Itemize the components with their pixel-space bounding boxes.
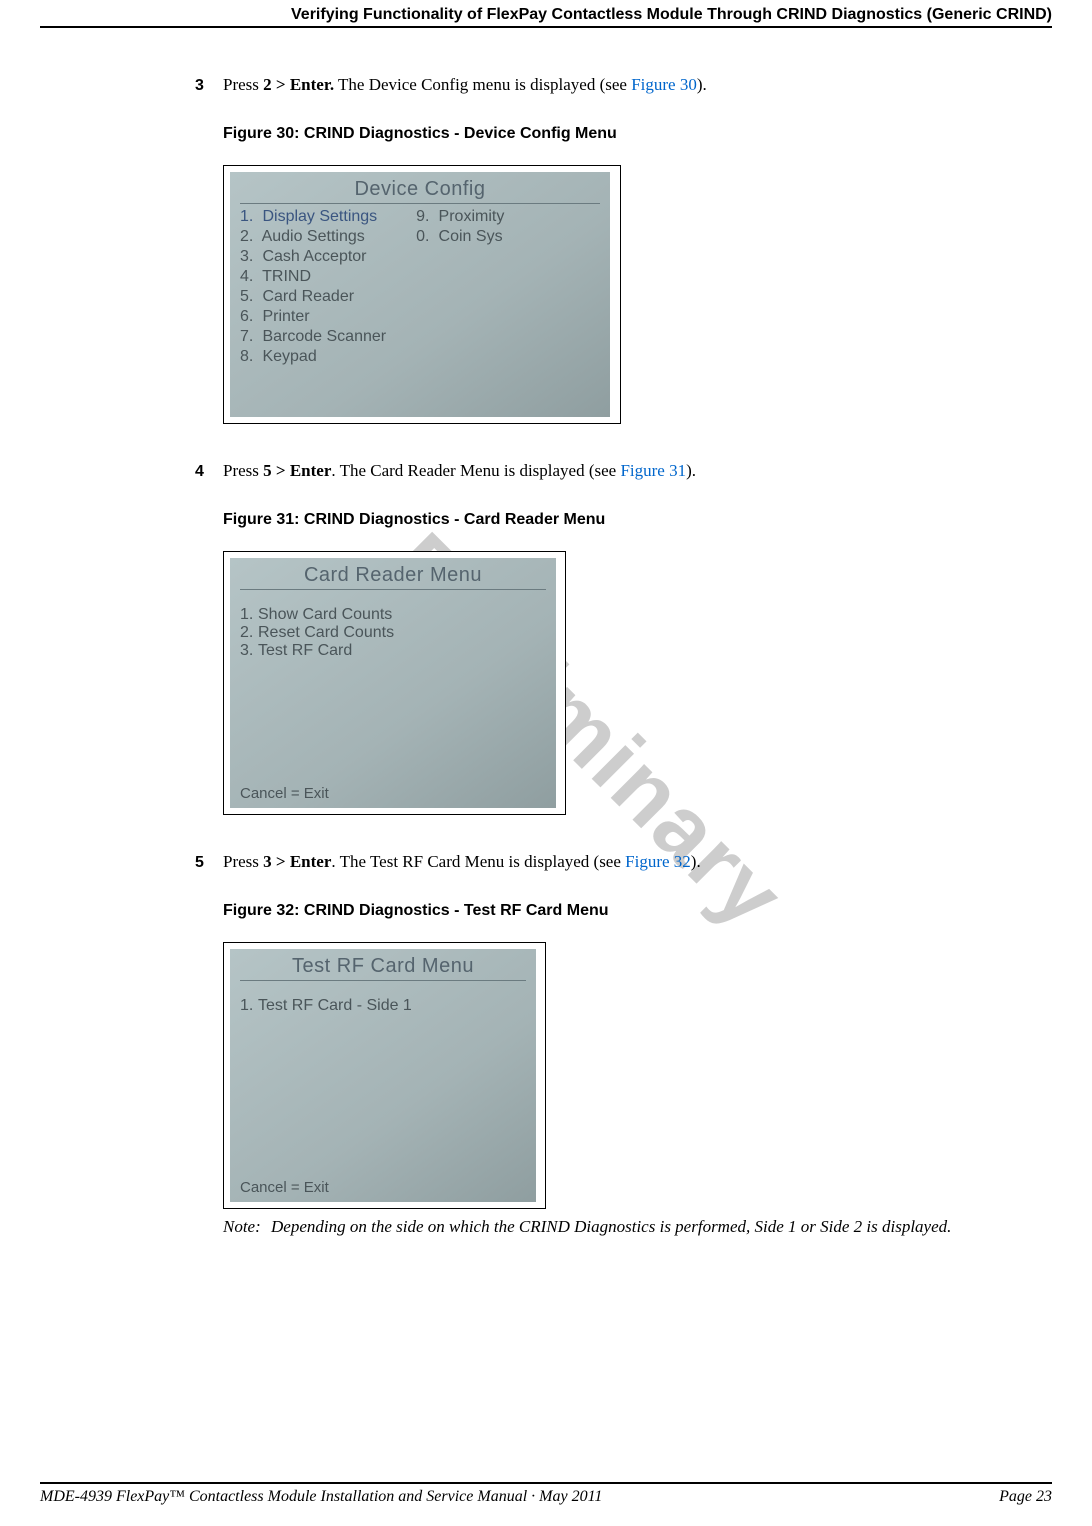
figure-box: Card Reader Menu 1.Show Card Counts 2.Re… bbox=[223, 551, 566, 815]
text-segment: The Device Config menu is displayed (see bbox=[334, 75, 631, 94]
step-number: 3 bbox=[195, 77, 223, 95]
text-bold: 5 > Enter bbox=[263, 461, 331, 480]
figure-30: Figure 30: CRIND Diagnostics - Device Co… bbox=[195, 125, 1042, 424]
figure-caption: Figure 30: CRIND Diagnostics - Device Co… bbox=[223, 125, 1042, 143]
text-segment: Press bbox=[223, 852, 263, 871]
footer-left: MDE-4939 FlexPay™ Contactless Module Ins… bbox=[40, 1488, 602, 1506]
test-rf-card-screen: Test RF Card Menu 1.Test RF Card - Side … bbox=[230, 949, 536, 1202]
menu-item: 9. Proximity bbox=[416, 208, 504, 226]
text-segment: Press bbox=[223, 461, 263, 480]
figure-box: Test RF Card Menu 1.Test RF Card - Side … bbox=[223, 942, 546, 1209]
menu-item: 4. TRIND bbox=[240, 268, 386, 286]
figure-link[interactable]: Figure 30 bbox=[631, 75, 697, 94]
menu-item: 3.Test RF Card bbox=[240, 642, 546, 660]
figure-link[interactable]: Figure 32 bbox=[625, 852, 691, 871]
text-segment: ). bbox=[691, 852, 701, 871]
text-segment: . The Test RF Card Menu is displayed (se… bbox=[331, 852, 625, 871]
step-4: 4 Press 5 > Enter. The Card Reader Menu … bbox=[195, 460, 1042, 815]
note: Note: Depending on the side on which the… bbox=[223, 1217, 1042, 1237]
text-segment: ). bbox=[697, 75, 707, 94]
figure-link[interactable]: Figure 31 bbox=[620, 461, 686, 480]
menu-item: 2. Audio Settings bbox=[240, 228, 386, 246]
text-segment: . The Card Reader Menu is displayed (see bbox=[331, 461, 620, 480]
step-text: Press 5 > Enter. The Card Reader Menu is… bbox=[223, 460, 696, 483]
text-bold: 2 > Enter. bbox=[263, 75, 334, 94]
menu-item: 3. Cash Acceptor bbox=[240, 248, 386, 266]
screen-footer: Cancel = Exit bbox=[240, 1179, 526, 1196]
text-segment: ). bbox=[686, 461, 696, 480]
step-3: 3 Press 2 > Enter. The Device Config men… bbox=[195, 74, 1042, 424]
step-text: Press 3 > Enter. The Test RF Card Menu i… bbox=[223, 851, 701, 874]
device-config-screen: Device Config 1. Display Settings 2. Aud… bbox=[230, 172, 610, 417]
figure-caption: Figure 31: CRIND Diagnostics - Card Read… bbox=[223, 511, 1042, 529]
menu-item: 5. Card Reader bbox=[240, 288, 386, 306]
menu-item: 1. Display Settings bbox=[240, 208, 386, 226]
step-text: Press 2 > Enter. The Device Config menu … bbox=[223, 74, 707, 97]
note-body: Depending on the side on which the CRIND… bbox=[271, 1217, 1042, 1237]
step-5: 5 Press 3 > Enter. The Test RF Card Menu… bbox=[195, 851, 1042, 1237]
figure-caption: Figure 32: CRIND Diagnostics - Test RF C… bbox=[223, 902, 1042, 920]
screen-title: Card Reader Menu bbox=[240, 564, 546, 590]
footer-page-number: Page 23 bbox=[999, 1488, 1052, 1506]
step-number: 5 bbox=[195, 854, 223, 872]
menu-item: 2.Reset Card Counts bbox=[240, 624, 546, 642]
note-label: Note: bbox=[223, 1217, 271, 1237]
figure-31: Figure 31: CRIND Diagnostics - Card Read… bbox=[195, 511, 1042, 815]
menu-item: 8. Keypad bbox=[240, 348, 386, 366]
step-number: 4 bbox=[195, 463, 223, 481]
page-footer: MDE-4939 FlexPay™ Contactless Module Ins… bbox=[40, 1482, 1052, 1506]
text-segment: Press bbox=[223, 75, 263, 94]
text-bold: 3 > Enter bbox=[263, 852, 331, 871]
menu-item: 1.Show Card Counts bbox=[240, 606, 546, 624]
screen-title: Device Config bbox=[240, 178, 600, 204]
menu-item: 0. Coin Sys bbox=[416, 228, 504, 246]
menu-item: 7. Barcode Scanner bbox=[240, 328, 386, 346]
figure-32: Figure 32: CRIND Diagnostics - Test RF C… bbox=[195, 902, 1042, 1209]
menu-item: 1.Test RF Card - Side 1 bbox=[240, 997, 526, 1015]
screen-footer: Cancel = Exit bbox=[240, 785, 546, 802]
screen-title: Test RF Card Menu bbox=[240, 955, 526, 981]
page-header: Verifying Functionality of FlexPay Conta… bbox=[40, 0, 1052, 28]
card-reader-screen: Card Reader Menu 1.Show Card Counts 2.Re… bbox=[230, 558, 556, 808]
menu-item: 6. Printer bbox=[240, 308, 386, 326]
figure-box: Device Config 1. Display Settings 2. Aud… bbox=[223, 165, 621, 424]
